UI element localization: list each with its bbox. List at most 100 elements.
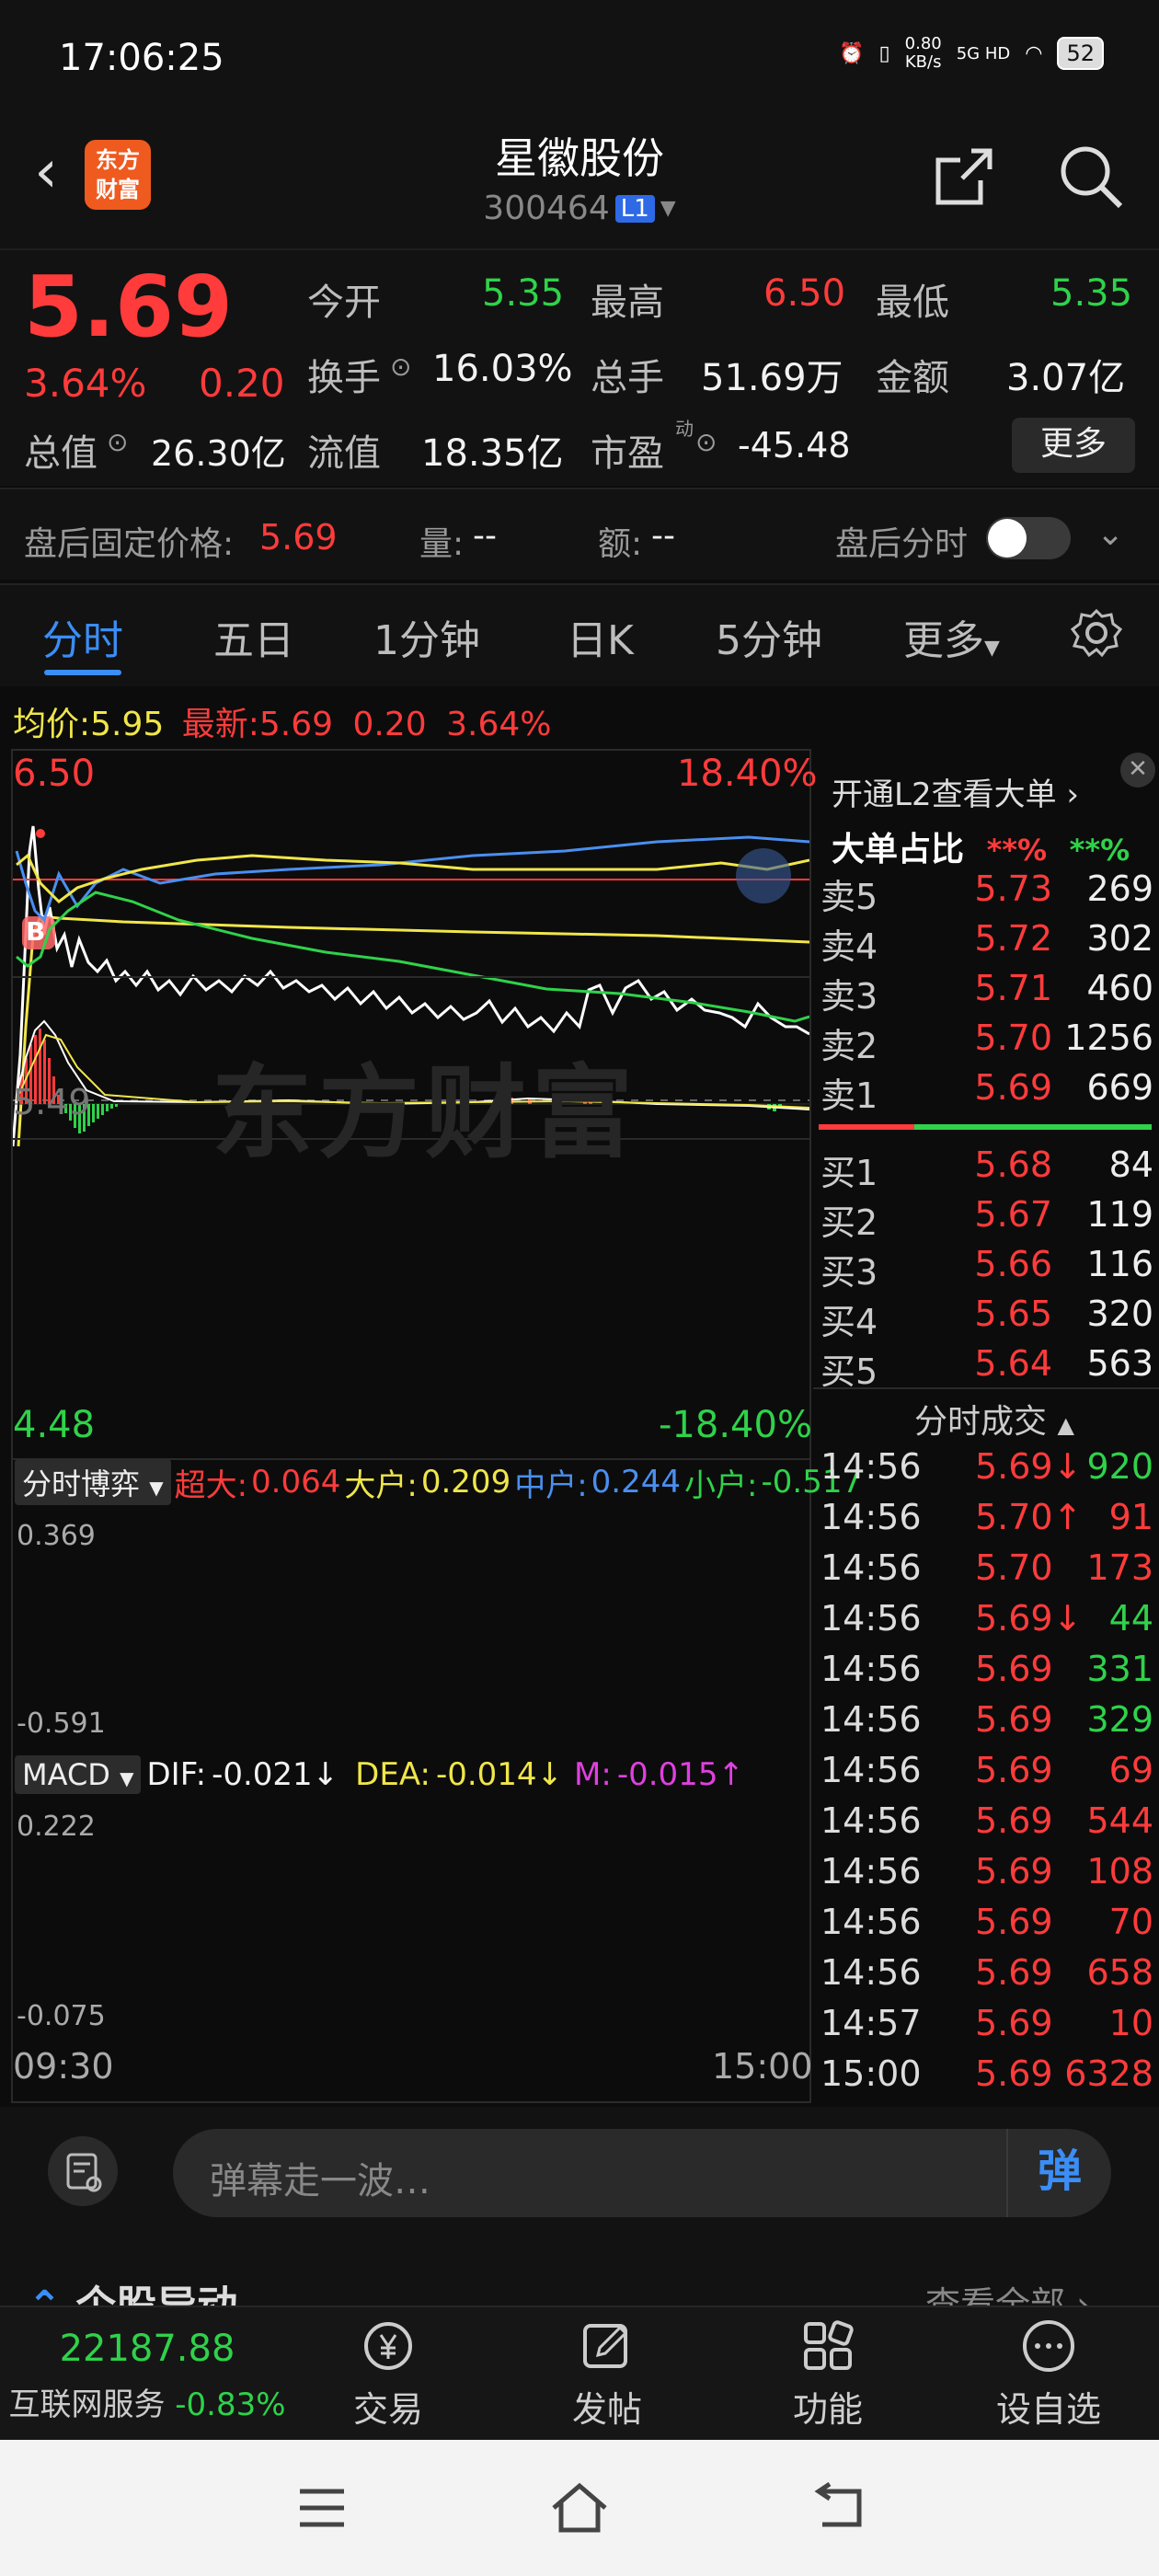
nav-post[interactable]: 发帖 <box>515 2309 699 2432</box>
bid-price: 5.65 <box>974 1294 1052 1334</box>
trade-time: 14:56 <box>820 1902 922 1942</box>
divider <box>813 1387 1159 1389</box>
close-icon[interactable]: ✕ <box>1120 753 1155 788</box>
info-icon[interactable]: ⊙ <box>107 427 128 457</box>
more-dots-icon <box>1023 2320 1074 2372</box>
ask-row[interactable]: 卖2 5.70 1256 <box>820 1018 1153 1067</box>
change-value: 0.20 <box>199 361 285 406</box>
last-price: 5.69 <box>24 258 233 356</box>
index-widget[interactable]: 22187.88 互联网服务 -0.83% <box>0 2328 294 2424</box>
stock-code: 300464 <box>483 190 610 227</box>
share-icon[interactable] <box>931 144 997 210</box>
trade-time: 14:56 <box>820 1547 922 1588</box>
bid-row[interactable]: 买4 5.65 320 <box>820 1294 1153 1343</box>
trade-price: 5.69 <box>975 1851 1053 1892</box>
toggle-knob <box>988 519 1027 558</box>
buy-marker[interactable]: B <box>26 916 45 947</box>
trade-time: 14:56 <box>820 1851 922 1892</box>
net-speed: 0.80 KB/s <box>904 34 942 72</box>
trade-row: 14:56 5.70 173 <box>820 1547 1153 1597</box>
bid-row[interactable]: 买5 5.64 563 <box>820 1343 1153 1393</box>
search-icon[interactable] <box>1056 142 1126 212</box>
back-icon[interactable]: ‹ <box>20 138 72 206</box>
macd-bottom-label: -0.075 <box>17 2000 106 2032</box>
open-value: 5.35 <box>482 272 565 315</box>
ask-volume: 302 <box>1086 918 1153 959</box>
low-label: 最低 <box>876 282 949 324</box>
info-icon[interactable]: ⊙ <box>695 427 717 457</box>
volume-label: 总手 <box>591 357 664 399</box>
tab-more[interactable]: 更多▼ <box>903 607 1000 666</box>
big-order-label: 大单占比 **% **% <box>832 831 1130 868</box>
bid-price: 5.68 <box>974 1144 1052 1185</box>
ask-row[interactable]: 卖1 5.69 669 <box>820 1067 1153 1117</box>
trade-row: 14:56 5.69↓ 920 <box>820 1446 1153 1496</box>
ask-row[interactable]: 卖5 5.73 269 <box>820 868 1153 918</box>
danmu-button[interactable]: 弹 <box>1006 2129 1111 2217</box>
trade-price: 5.69↓ <box>975 1446 1083 1487</box>
trade-volume: 329 <box>1086 1699 1153 1740</box>
menu-icon[interactable] <box>296 2484 348 2532</box>
tab-5min[interactable]: 5分钟 <box>716 607 822 666</box>
bid-row[interactable]: 买3 5.66 116 <box>820 1244 1153 1294</box>
ask-label: 卖2 <box>820 1026 878 1066</box>
trade-price: 5.69 <box>975 2053 1053 2094</box>
tab-daily-k[interactable]: 日K <box>567 607 634 666</box>
pe-value: -45.48 <box>738 425 851 466</box>
chevron-down-icon[interactable]: ⌄ <box>1096 515 1124 553</box>
level-badge: L1 <box>614 194 655 223</box>
ask-row[interactable]: 卖4 5.72 302 <box>820 918 1153 968</box>
status-icons: ⏰ ▯ 0.80 KB/s 5G HD ◠ 52 <box>839 35 1104 72</box>
home-icon[interactable] <box>548 2480 611 2536</box>
amount-value: 3.07亿 <box>1006 357 1126 399</box>
fund-selector[interactable]: 分时博弈 ▼ <box>15 1459 171 1505</box>
avg-price-line: 均价:5.95 最新:5.69 0.20 3.64% <box>13 706 552 743</box>
fixed-price-label: 盘后固定价格: <box>24 525 235 563</box>
index-value: 22187.88 <box>59 2328 235 2370</box>
trades-header[interactable]: 分时成交 ▲ <box>914 1395 1074 1443</box>
turnover-value: 16.03% <box>432 348 573 390</box>
fund-chart-header: 分时博弈 ▼ 超大: 0.064 大户: 0.209 中户: 0.244 小户: -0.… <box>15 1459 862 1505</box>
nav-functions[interactable]: 功能 <box>736 2309 920 2432</box>
ask-price: 5.69 <box>974 1067 1052 1108</box>
stock-code-row[interactable]: 300464 L1 ▼ <box>442 190 717 227</box>
ask-label: 卖3 <box>820 976 878 1017</box>
trade-volume: 91 <box>1108 1497 1153 1537</box>
nav-trade[interactable]: 交易 <box>296 2309 480 2432</box>
trade-time: 14:56 <box>820 1699 922 1740</box>
bid-price: 5.64 <box>974 1343 1052 1384</box>
tab-timeshare[interactable]: 分时 <box>42 607 123 666</box>
trade-volume: 69 <box>1108 1750 1153 1790</box>
trade-time: 15:00 <box>820 2053 922 2094</box>
tab-1min[interactable]: 1分钟 <box>373 607 480 666</box>
danmu-input[interactable]: 弹幕走一波… <box>173 2129 1006 2217</box>
danmu-settings-icon[interactable] <box>48 2136 118 2206</box>
low-value: 5.35 <box>1050 272 1133 315</box>
trade-price: 5.69 <box>975 1952 1053 1993</box>
bid-row[interactable]: 买1 5.68 84 <box>820 1144 1153 1194</box>
trade-price: 5.69 <box>975 1699 1053 1740</box>
nav-watchlist[interactable]: 设自选 <box>957 2309 1141 2432</box>
tab-five-day[interactable]: 五日 <box>213 607 294 666</box>
bid-label: 买1 <box>820 1153 878 1193</box>
trade-time: 14:56 <box>820 1750 922 1790</box>
section-title: ⌃ 个股异动 <box>28 2272 237 2306</box>
view-all-link[interactable]: 查看全部 › <box>925 2276 1090 2306</box>
yen-circle-icon <box>364 2322 412 2370</box>
macd-selector[interactable]: MACD ▼ <box>15 1755 142 1794</box>
trade-row: 14:56 5.69 329 <box>820 1699 1153 1749</box>
gear-icon[interactable] <box>1071 607 1122 659</box>
l2-promo-link[interactable]: 开通L2查看大单 › <box>832 769 1079 814</box>
info-icon[interactable]: ⊙ <box>390 351 411 382</box>
trade-volume: 10 <box>1108 2003 1153 2043</box>
turnover-label: 换手 <box>307 357 381 399</box>
tab-active-indicator <box>44 670 121 675</box>
alarm-icon: ⏰ <box>839 41 865 65</box>
more-button[interactable]: 更多 <box>1012 418 1135 473</box>
stock-name: 星徽股份 <box>495 133 664 183</box>
bid-volume: 119 <box>1086 1194 1153 1235</box>
ask-row[interactable]: 卖3 5.71 460 <box>820 968 1153 1018</box>
trade-row: 14:57 5.69 10 <box>820 2003 1153 2053</box>
bid-row[interactable]: 买2 5.67 119 <box>820 1194 1153 1244</box>
back-nav-icon[interactable] <box>808 2482 866 2534</box>
